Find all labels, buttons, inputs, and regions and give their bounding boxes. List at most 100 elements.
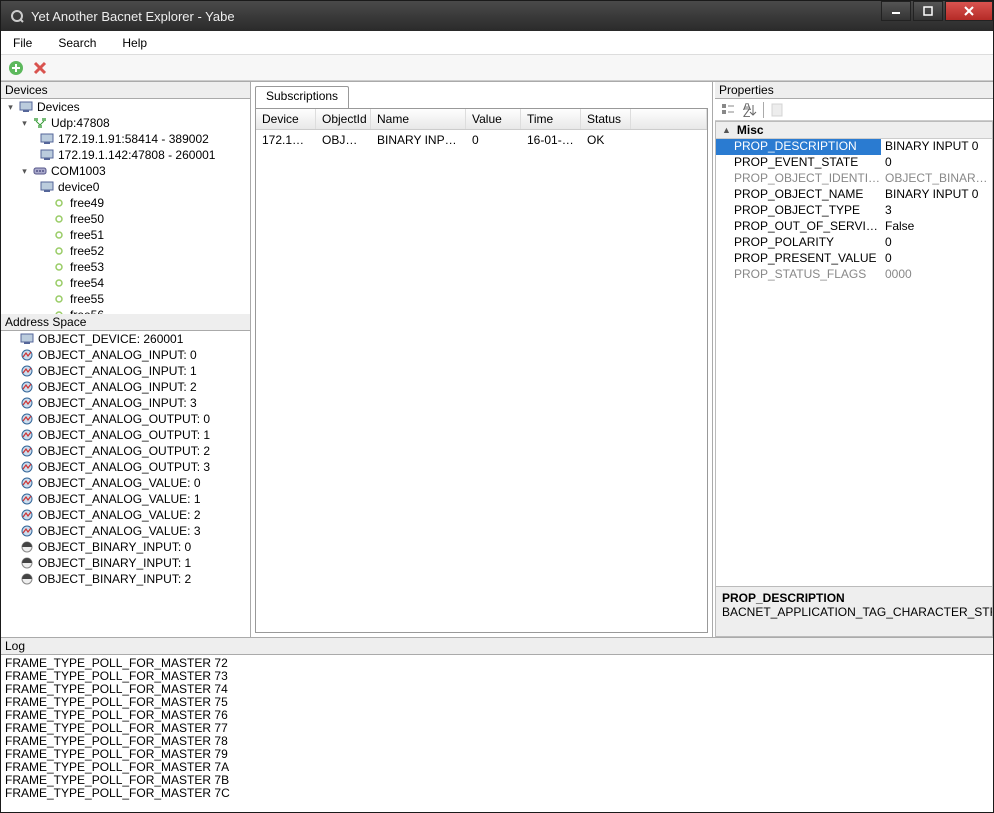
tree-free-item[interactable]: free55 bbox=[1, 291, 250, 307]
prop-name: PROP_PRESENT_VALUE bbox=[716, 251, 881, 267]
col-time[interactable]: Time bbox=[521, 109, 581, 129]
properties-panel-label: Properties bbox=[715, 82, 993, 99]
sort-icon[interactable]: AZ bbox=[741, 101, 759, 119]
prop-page-icon[interactable] bbox=[768, 101, 786, 119]
object-icon bbox=[19, 508, 35, 522]
tree-device-item[interactable]: 172.19.1.91:58414 - 389002 bbox=[1, 131, 250, 147]
prop-value[interactable]: OBJECT_BINARY_I bbox=[881, 171, 992, 187]
tree-free-item[interactable]: free51 bbox=[1, 227, 250, 243]
prop-name: PROP_OBJECT_TYPE bbox=[716, 203, 881, 219]
col-status[interactable]: Status bbox=[581, 109, 631, 129]
address-item[interactable]: OBJECT_ANALOG_INPUT: 2 bbox=[1, 379, 250, 395]
categorized-icon[interactable] bbox=[719, 101, 737, 119]
properties-grid[interactable]: ▲Misc PROP_DESCRIPTIONBINARY INPUT 0PROP… bbox=[715, 121, 993, 587]
devices-tree[interactable]: ▾Devices ▾Udp:47808 172.19.1.91:58414 - … bbox=[1, 99, 250, 314]
toolbar bbox=[1, 55, 993, 81]
add-button[interactable] bbox=[7, 59, 25, 77]
address-item[interactable]: OBJECT_ANALOG_OUTPUT: 2 bbox=[1, 443, 250, 459]
subs-header: Device ObjectId Name Value Time Status bbox=[256, 109, 707, 130]
prop-value[interactable]: 0 bbox=[881, 235, 992, 251]
close-button[interactable] bbox=[945, 1, 993, 21]
address-item[interactable]: OBJECT_ANALOG_OUTPUT: 0 bbox=[1, 411, 250, 427]
prop-value[interactable]: 0 bbox=[881, 155, 992, 171]
address-item[interactable]: OBJECT_DEVICE: 260001 bbox=[1, 331, 250, 347]
prop-value[interactable]: 0000 bbox=[881, 267, 992, 283]
tree-free-item[interactable]: free49 bbox=[1, 195, 250, 211]
log-line: FRAME_TYPE_POLL_FOR_MASTER 7C bbox=[5, 787, 989, 800]
menu-help[interactable]: Help bbox=[116, 34, 153, 52]
dot-icon bbox=[51, 260, 67, 274]
tree-root[interactable]: Devices bbox=[37, 100, 80, 114]
prop-name: PROP_POLARITY bbox=[716, 235, 881, 251]
tree-free-item[interactable]: free56 bbox=[1, 307, 250, 314]
col-objectid[interactable]: ObjectId bbox=[316, 109, 371, 129]
property-row[interactable]: PROP_OBJECT_IDENTIFIEROBJECT_BINARY_I bbox=[716, 171, 992, 187]
prop-name: PROP_OBJECT_IDENTIFIER bbox=[716, 171, 881, 187]
address-item[interactable]: OBJECT_BINARY_INPUT: 0 bbox=[1, 539, 250, 555]
cell-objectid: OBJEC... bbox=[316, 130, 371, 150]
address-item[interactable]: OBJECT_ANALOG_VALUE: 0 bbox=[1, 475, 250, 491]
serial-icon bbox=[32, 164, 48, 178]
address-item[interactable]: OBJECT_BINARY_INPUT: 2 bbox=[1, 571, 250, 587]
address-tree[interactable]: OBJECT_DEVICE: 260001OBJECT_ANALOG_INPUT… bbox=[1, 331, 250, 637]
log-body[interactable]: FRAME_TYPE_POLL_FOR_MASTER 72FRAME_TYPE_… bbox=[1, 655, 993, 812]
dot-icon bbox=[51, 276, 67, 290]
prop-value[interactable]: 0 bbox=[881, 251, 992, 267]
property-row[interactable]: PROP_DESCRIPTIONBINARY INPUT 0 bbox=[716, 139, 992, 155]
address-item[interactable]: OBJECT_ANALOG_VALUE: 2 bbox=[1, 507, 250, 523]
address-item[interactable]: OBJECT_BINARY_INPUT: 1 bbox=[1, 555, 250, 571]
object-icon bbox=[19, 460, 35, 474]
property-row[interactable]: PROP_EVENT_STATE0 bbox=[716, 155, 992, 171]
menu-search[interactable]: Search bbox=[52, 34, 102, 52]
prop-value[interactable]: BINARY INPUT 0 bbox=[881, 187, 992, 203]
delete-button[interactable] bbox=[31, 59, 49, 77]
prop-name: PROP_OBJECT_NAME bbox=[716, 187, 881, 203]
dot-icon bbox=[51, 308, 67, 314]
prop-name: PROP_STATUS_FLAGS bbox=[716, 267, 881, 283]
tab-subscriptions[interactable]: Subscriptions bbox=[255, 86, 349, 108]
tree-free-item[interactable]: free52 bbox=[1, 243, 250, 259]
menu-file[interactable]: File bbox=[7, 34, 38, 52]
property-row[interactable]: PROP_OUT_OF_SERVICEFalse bbox=[716, 219, 992, 235]
device-icon bbox=[39, 148, 55, 162]
tree-com-device[interactable]: device0 bbox=[58, 180, 99, 194]
address-item[interactable]: OBJECT_ANALOG_VALUE: 3 bbox=[1, 523, 250, 539]
prop-category[interactable]: ▲Misc bbox=[716, 122, 992, 139]
address-item[interactable]: OBJECT_ANALOG_INPUT: 3 bbox=[1, 395, 250, 411]
right-column: Properties AZ ▲Misc PROP_DESCRIPTIONBINA… bbox=[713, 82, 993, 637]
prop-value[interactable]: BINARY INPUT 0 bbox=[881, 139, 992, 155]
tree-free-item[interactable]: free53 bbox=[1, 259, 250, 275]
tree-udp[interactable]: Udp:47808 bbox=[51, 116, 110, 130]
prop-value[interactable]: 3 bbox=[881, 203, 992, 219]
object-icon bbox=[19, 396, 35, 410]
col-device[interactable]: Device bbox=[256, 109, 316, 129]
middle-column: Subscriptions Device ObjectId Name Value… bbox=[251, 82, 713, 637]
address-item[interactable]: OBJECT_ANALOG_OUTPUT: 1 bbox=[1, 427, 250, 443]
cell-value: 0 bbox=[466, 130, 521, 150]
prop-value[interactable]: False bbox=[881, 219, 992, 235]
property-row[interactable]: PROP_POLARITY0 bbox=[716, 235, 992, 251]
property-row[interactable]: PROP_PRESENT_VALUE0 bbox=[716, 251, 992, 267]
property-row[interactable]: PROP_OBJECT_NAMEBINARY INPUT 0 bbox=[716, 187, 992, 203]
address-item[interactable]: OBJECT_ANALOG_INPUT: 1 bbox=[1, 363, 250, 379]
col-value[interactable]: Value bbox=[466, 109, 521, 129]
object-icon bbox=[19, 572, 35, 586]
tree-free-item[interactable]: free54 bbox=[1, 275, 250, 291]
minimize-button[interactable] bbox=[881, 1, 911, 21]
address-item[interactable]: OBJECT_ANALOG_INPUT: 0 bbox=[1, 347, 250, 363]
device-icon bbox=[39, 180, 55, 194]
property-row[interactable]: PROP_OBJECT_TYPE3 bbox=[716, 203, 992, 219]
tree-com[interactable]: COM1003 bbox=[51, 164, 106, 178]
property-row[interactable]: PROP_STATUS_FLAGS0000 bbox=[716, 267, 992, 283]
object-icon bbox=[19, 540, 35, 554]
object-icon bbox=[19, 332, 35, 346]
address-item[interactable]: OBJECT_ANALOG_OUTPUT: 3 bbox=[1, 459, 250, 475]
address-item[interactable]: OBJECT_ANALOG_VALUE: 1 bbox=[1, 491, 250, 507]
object-icon bbox=[19, 492, 35, 506]
tree-free-item[interactable]: free50 bbox=[1, 211, 250, 227]
tree-device-item[interactable]: 172.19.1.142:47808 - 260001 bbox=[1, 147, 250, 163]
col-name[interactable]: Name bbox=[371, 109, 466, 129]
maximize-button[interactable] bbox=[913, 1, 943, 21]
object-icon bbox=[19, 444, 35, 458]
subs-row[interactable]: 172.19.1... OBJEC... BINARY INPU... 0 16… bbox=[256, 130, 707, 150]
